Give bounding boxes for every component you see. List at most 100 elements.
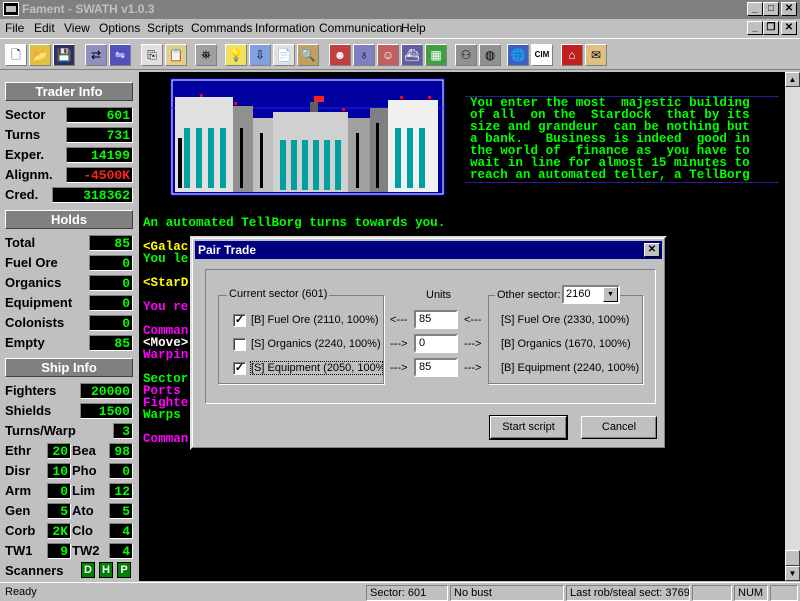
scanners-row: Scanners D H P [5,561,133,580]
menu-information[interactable]: Information [255,21,315,35]
open-folder-icon[interactable]: 📂 [29,44,51,66]
dialog-title: Pair Trade [198,243,257,257]
menu-help[interactable]: Help [401,21,426,35]
menu-options[interactable]: Options [99,21,140,35]
status-bar: Ready Sector: 601 No bust Last rob/steal… [0,582,800,601]
paste-icon[interactable]: 📋 [165,44,187,66]
other-sector-label: Other sector: [495,289,563,301]
maximize-icon[interactable]: □ [763,2,779,16]
status-blank [692,585,732,601]
map-icon[interactable]: ▦ [425,44,447,66]
ship-fighters-row: Fighters 20000 [5,381,133,400]
scroll-down-icon[interactable]: ▼ [785,566,800,581]
trader-info-header: Trader Info [5,82,133,101]
credits-value: 318362 [52,187,133,203]
menu-file[interactable]: File [5,21,24,35]
mdi-minimize-icon[interactable]: _ [747,21,763,35]
arrow-right-fuel: <--- [464,314,482,326]
fighters-value: 20000 [80,383,133,399]
ship-tw1-tw2-row: TW1 9 TW2 4 [5,541,133,560]
globe-gray-icon[interactable]: ◍ [479,44,501,66]
minimize-icon[interactable]: _ [747,2,763,16]
organics-checkbox[interactable] [233,338,246,351]
menu-bar: File Edit View Options Scripts Commands … [0,19,800,38]
scanner-p-button[interactable]: P [117,562,131,578]
trader-turns-row: Turns 731 [5,125,133,144]
window-title: Fament - SWATH v1.0.3 [22,2,155,16]
status-ready: Ready [5,586,37,598]
ship-icon[interactable]: ⛴ [401,44,423,66]
app-icon[interactable] [3,2,19,16]
save-icon[interactable]: 💾 [53,44,75,66]
status-bust: No bust [450,585,564,601]
holds-colonists-value: 0 [89,315,133,331]
dialog-close-icon[interactable]: ✕ [644,243,660,257]
planet-icon[interactable]: ♁ [353,44,375,66]
ship-info-header: Ship Info [5,358,133,377]
users-icon[interactable]: ⚇ [455,44,477,66]
trader-icon[interactable]: ☻ [329,44,351,66]
binoculars-icon[interactable]: ⛯ [195,44,217,66]
trader-exper-row: Exper. 14199 [5,145,133,164]
status-num: NUM [734,585,768,601]
status-sector: Sector: 601 [366,585,448,601]
disconnect-icon[interactable]: ⇄ [85,44,107,66]
units-label: Units [426,289,452,301]
menu-view[interactable]: View [64,21,90,35]
holds-fuel-value: 0 [89,255,133,271]
description-line: reach an automated teller, a TellBorg [470,168,750,182]
mdi-restore-icon[interactable]: ❐ [763,21,779,35]
ship-shields-row: Shields 1500 [5,401,133,420]
terminal-line: An automated TellBorg turns towards you. [143,216,446,230]
equipment-units-input[interactable]: 85 [414,358,458,377]
close-icon[interactable]: ✕ [781,2,797,16]
other-equipment-label: [B] Equipment (2240, 100%) [501,362,640,374]
connect-icon[interactable]: ⇋ [109,44,131,66]
home-icon[interactable]: ⌂ [561,44,583,66]
fuel-ore-checkbox[interactable]: ✓ [233,314,246,327]
cancel-button[interactable]: Cancel [581,416,657,439]
arrow-left-organics: ---> [390,338,408,350]
mdi-close-icon[interactable]: ✕ [781,21,797,35]
fuel-ore-units-input[interactable]: 85 [414,310,458,329]
ship-turnswarp-row: Turns/Warp 3 [5,421,133,440]
scanner-h-button[interactable]: H [99,562,113,578]
organics-units-input[interactable]: 0 [414,334,458,353]
other-organics-label: [B] Organics (1670, 100%) [501,338,631,350]
document-icon[interactable]: 📄 [273,44,295,66]
other-sector-select[interactable]: 2160 ▼ [562,285,620,304]
equipment-checkbox[interactable]: ✓ [233,362,246,375]
terminal-scrollbar[interactable]: ▲ ▼ [785,72,800,581]
trader-alignment-row: Alignm. -4500K [5,165,133,184]
scroll-thumb[interactable] [785,550,800,566]
dialog-title-bar: Pair Trade ✕ [195,241,662,259]
trader-credits-row: Cred. 318362 [5,185,133,204]
menu-communication[interactable]: Communication [319,21,402,35]
current-fuel-ore-label: [B] Fuel Ore (2110, 100%) [251,314,379,326]
menu-edit[interactable]: Edit [34,21,55,35]
menu-commands[interactable]: Commands [191,21,252,35]
script-icon[interactable]: ✉ [585,44,607,66]
ship-arm-lim-row: Arm 0 Lim 12 [5,481,133,500]
scanner-d-button[interactable]: D [81,562,95,578]
copy-icon[interactable]: ⎘ [141,44,163,66]
scroll-up-icon[interactable]: ▲ [785,72,800,87]
turns-value: 731 [66,127,133,143]
person-icon[interactable]: ☺ [377,44,399,66]
menu-scripts[interactable]: Scripts [147,21,184,35]
holds-header: Holds [5,210,133,229]
start-script-button[interactable]: Start script [489,415,568,440]
globe-icon[interactable]: 🌐 [507,44,529,66]
pair-trade-dialog: Pair Trade ✕ Current sector (601) ✓ [B] … [190,236,667,450]
alignment-value: -4500K [66,167,133,183]
download-icon[interactable]: ⇩ [249,44,271,66]
holds-equipment-value: 0 [89,295,133,311]
trader-sector-row: Sector 601 [5,105,133,124]
chevron-down-icon[interactable]: ▼ [603,287,618,302]
magnifier-icon[interactable]: 🔍 [297,44,319,66]
cim-icon[interactable]: CIM [531,44,553,66]
holds-empty-row: Empty 85 [5,333,133,352]
holds-equipment-row: Equipment 0 [5,293,133,312]
new-icon[interactable]: 🗋 [5,44,27,66]
lightbulb-icon[interactable]: 💡 [225,44,247,66]
